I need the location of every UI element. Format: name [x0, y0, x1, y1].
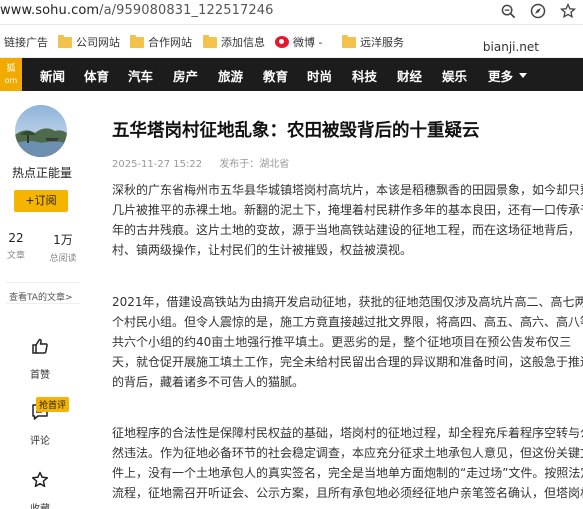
- subscribe-button[interactable]: +订阅: [14, 190, 68, 212]
- nav-item-education[interactable]: 教育: [263, 66, 288, 85]
- paragraph-line: 年的古井残痕。这片土地的变故，源于当地高铁站建设的征地工程，而在这场征地背后，: [112, 223, 581, 237]
- thumbs-up-icon: [18, 337, 62, 359]
- chevron-down-icon: [519, 73, 528, 78]
- address-bar[interactable]: www.sohu.com/a/959080831_122517246: [0, 0, 583, 25]
- bookmark-ad-links[interactable]: 链接广告: [4, 34, 48, 50]
- url-text[interactable]: www.sohu.com/a/959080831_122517246: [0, 3, 273, 18]
- nav-more-label: 更多: [488, 69, 514, 84]
- stat-number: 22: [8, 231, 24, 245]
- url-path: /a/959080831_122517246: [99, 3, 274, 18]
- nav-item-auto[interactable]: 汽车: [128, 66, 153, 85]
- article-paragraph: 2021年，借建设高铁站为由搞开发启动征地，获批的征地范围仅涉及高坑片高二、高七…: [112, 292, 583, 392]
- like-button[interactable]: 首赞: [18, 337, 62, 381]
- stat-number: 1万: [53, 233, 73, 247]
- site-nav: 狐 om 新闻 体育 汽车 房产 旅游 教育 时尚 科技 财经 娱乐 更多: [0, 58, 583, 91]
- nav-item-realestate[interactable]: 房产: [173, 66, 198, 85]
- first-comment-badge: 抢首评: [36, 397, 70, 412]
- weibo-icon: [275, 36, 289, 48]
- like-label: 首赞: [30, 370, 50, 381]
- paragraph-line: 流程，征地需召开听证会、公示方案，且所有承包地必须经征地户亲笔签名确认，但塔岗村: [112, 486, 583, 500]
- compass-icon[interactable]: [529, 2, 547, 20]
- author-sidebar: 热点正能量 +订阅 22 文章 1万 总阅读 查看TA的文章> 首赞 抢首评 评…: [0, 91, 87, 509]
- paragraph-line: 村、镇两级操作，让村民们的生计被摧毁，权益被漠视。: [112, 243, 413, 257]
- folder-icon: [203, 34, 217, 48]
- paragraph-line: 深秋的广东省梅州市五华县华城镇塔岗村高坑片，本该是稻穗飘香的田园景象，如今却只剩: [112, 183, 583, 197]
- see-author-articles-link[interactable]: 查看TA的文章>: [9, 290, 73, 303]
- comment-label: 评论: [30, 436, 50, 447]
- favorite-label: 收藏: [18, 500, 62, 509]
- bookmark-weibo[interactable]: 微博 -: [275, 34, 322, 50]
- favorite-button[interactable]: 收藏: [18, 471, 62, 509]
- stat-reads: 1万 总阅读: [48, 231, 78, 264]
- star-icon[interactable]: [559, 2, 577, 20]
- publish-location: 发布于：湖北省: [219, 159, 290, 170]
- zoom-icon[interactable]: [499, 2, 517, 20]
- nav-item-fashion[interactable]: 时尚: [307, 66, 332, 85]
- paragraph-line: 几片被推平的赤裸土地。新翻的泥土下，掩埋着村民耕作多年的基本良田，还有一口传承千: [112, 203, 583, 217]
- bookmark-label: 公司网站: [76, 36, 120, 49]
- avatar[interactable]: [15, 105, 67, 157]
- paragraph-line: 2021年，借建设高铁站为由搞开发启动征地，获批的征地范围仅涉及高坑片高二、高七…: [112, 295, 583, 309]
- bookmark-company-sites[interactable]: 公司网站: [58, 34, 120, 50]
- nav-item-entertainment[interactable]: 娱乐: [442, 66, 467, 85]
- paragraph-line: 征地程序的合法性是保障村民权益的基础，塔岗村的征地过程，却全程充斥着程序空转与公: [112, 426, 583, 440]
- nav-item-tech[interactable]: 科技: [352, 66, 377, 85]
- article-meta: 2025-11-27 15:22 发布于：湖北省: [112, 155, 303, 170]
- stat-label: 总阅读: [49, 254, 77, 264]
- article-title: 五华塔岗村征地乱象：农田被毁背后的十重疑云: [112, 121, 480, 141]
- author-name[interactable]: 热点正能量: [0, 164, 84, 181]
- stat-label: 文章: [6, 251, 25, 261]
- divider: [6, 282, 80, 283]
- bookmark-label: 添加信息: [221, 36, 265, 49]
- nav-more-menu[interactable]: 更多: [488, 66, 528, 85]
- bookmark-add-info[interactable]: 添加信息: [203, 34, 265, 50]
- paragraph-line: 件上，没有一个土地承包人的真实签名，完全是当地单方面炮制的“走过场”文件。按照法…: [112, 466, 583, 480]
- folder-icon: [130, 34, 144, 48]
- publish-date: 2025-11-27 15:22: [112, 159, 203, 170]
- nav-item-sports[interactable]: 体育: [84, 66, 109, 85]
- paragraph-line: 天，就仓促开展施工填土工作，完全未给村民留出合理的异议期和准备时间，这般急于推进: [112, 355, 583, 369]
- paragraph-line: 然违法。作为征地必备环节的社会稳定调查，本应充分征求土地承包人意见，但这份关键文: [112, 446, 583, 460]
- bookmark-label: 微博 -: [293, 36, 323, 49]
- bookmark-label: 远洋服务: [360, 36, 404, 49]
- star-icon: [18, 471, 62, 493]
- stat-articles: 22 文章: [6, 231, 26, 261]
- nav-item-news[interactable]: 新闻: [40, 66, 65, 85]
- folder-icon: [342, 34, 356, 48]
- article-paragraph: 深秋的广东省梅州市五华县华城镇塔岗村高坑片，本该是稻穗飘香的田园景象，如今却只剩…: [112, 180, 583, 260]
- nav-item-finance[interactable]: 财经: [397, 66, 422, 85]
- paragraph-line: 的背后，藏着诸多不可告人的猫腻。: [112, 375, 305, 389]
- bookmark-partner-sites[interactable]: 合作网站: [130, 34, 192, 50]
- article-paragraph: 征地程序的合法性是保障村民权益的基础，塔岗村的征地过程，却全程充斥着程序空转与公…: [112, 423, 583, 503]
- sohu-logo[interactable]: 狐 om: [0, 58, 22, 91]
- url-host: www.sohu.com: [0, 3, 100, 18]
- paragraph-line: 个村民小组。但令人震惊的是，施工方竟直接越过批文界限，将高四、高五、高六、高八等: [112, 315, 583, 329]
- divider: [6, 303, 80, 304]
- bianji-label: bianji.net: [482, 40, 539, 54]
- comment-button[interactable]: 抢首评 评论: [18, 397, 70, 447]
- folder-icon: [58, 34, 72, 48]
- bookmark-ocean-services[interactable]: 远洋服务: [342, 34, 404, 50]
- bookmark-label: 合作网站: [148, 36, 192, 49]
- nav-item-travel[interactable]: 旅游: [218, 66, 243, 85]
- bookmark-label: 链接广告: [4, 36, 48, 49]
- paragraph-line: 共六个小组的约40亩土地强行推平填土。更恶劣的是，整个征地项目在预公告发布仅三: [112, 335, 572, 349]
